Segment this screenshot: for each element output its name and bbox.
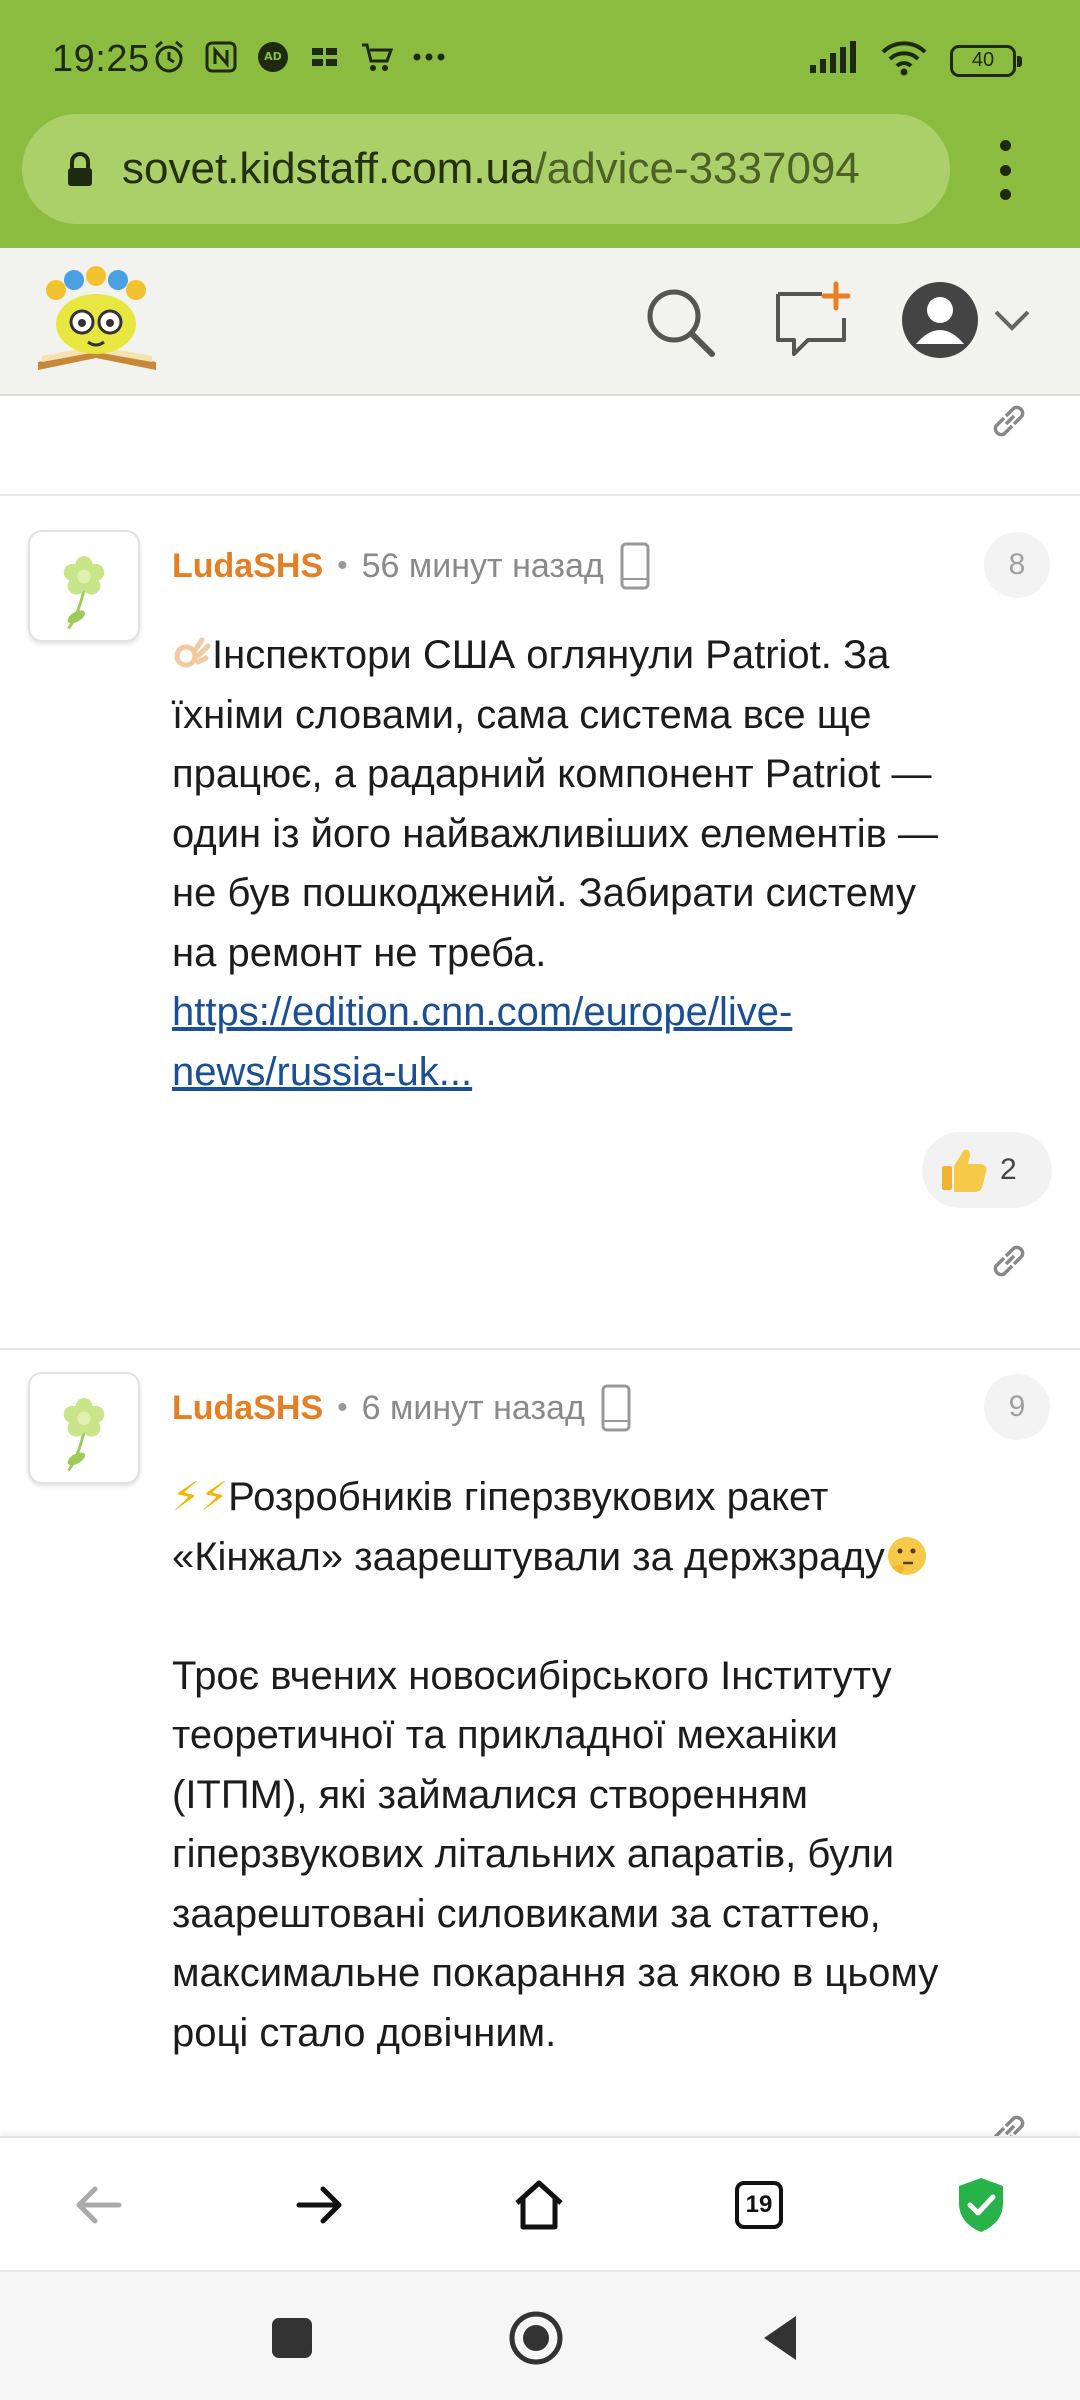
thumbs-up-icon bbox=[942, 1149, 987, 1192]
comment-body: ⚡⚡Розробників гіперзвукових ракет «Кінжа… bbox=[172, 1468, 1052, 2063]
meta-separator: • bbox=[337, 1391, 348, 1424]
comment-meta: LudaSHS • 6 минут назад bbox=[172, 1384, 633, 1432]
wifi-icon bbox=[880, 40, 928, 81]
battery-icon: 40 bbox=[950, 44, 1022, 77]
url-path: /advice-3337094 bbox=[534, 144, 860, 193]
comment-text-line: «Кінжал» заарештували за держзраду bbox=[172, 1534, 885, 1579]
site-header bbox=[0, 248, 1080, 396]
url-text[interactable]: sovet.kidstaff.com.ua/advice-3337094 bbox=[122, 144, 860, 194]
comment-line: Інспектори США оглянули Patriot. За bbox=[172, 626, 1052, 686]
signal-icon bbox=[808, 41, 858, 80]
status-icons-right: 40 bbox=[808, 40, 1022, 81]
comment-text-line: гіперзвукових літальних апаратів, були bbox=[172, 1832, 895, 1876]
ok-hand-emoji-icon bbox=[174, 637, 211, 668]
lightning-emoji-icon: ⚡⚡ bbox=[172, 1474, 229, 1520]
comment-link[interactable]: news/russia-uk... bbox=[172, 1050, 472, 1094]
nfc-icon bbox=[202, 38, 240, 76]
app-icon bbox=[306, 38, 344, 76]
url-bar[interactable]: sovet.kidstaff.com.ua/advice-3337094 bbox=[22, 114, 950, 224]
kidstaff-logo[interactable] bbox=[34, 266, 160, 376]
search-icon[interactable] bbox=[640, 282, 720, 362]
arrow-left-icon bbox=[76, 2186, 122, 2224]
cart-icon bbox=[358, 38, 396, 76]
tabs-count: 19 bbox=[735, 2181, 783, 2229]
comment-text-line: році стало довічним. bbox=[172, 2010, 557, 2055]
comment-text-line: (ІТПМ), які займалися створенням bbox=[172, 1772, 808, 1817]
comment-text-line: їхніми словами, сама система все ще bbox=[172, 692, 872, 737]
comment-text-line: Інспектори США оглянули Patriot. За bbox=[212, 633, 890, 677]
comment-author[interactable]: LudaSHS bbox=[172, 1389, 323, 1428]
status-icons-left: AD bbox=[150, 38, 448, 76]
url-domain: sovet.kidstaff.com.ua bbox=[122, 144, 535, 193]
svg-text:AD: AD bbox=[264, 50, 282, 63]
comment-text-line: не був пошкоджений. Забирати систему bbox=[172, 871, 916, 915]
comment-text-line: Троє вчених новосибірського Інституту bbox=[172, 1653, 892, 1698]
security-shield-button[interactable] bbox=[946, 2170, 1016, 2240]
chevron-down-icon[interactable] bbox=[990, 302, 1034, 338]
comment-text-line: на ремонт не треба. bbox=[172, 930, 547, 975]
back-triangle-icon[interactable] bbox=[752, 2308, 812, 2368]
tabs-button[interactable]: 19 bbox=[724, 2170, 794, 2240]
comments-feed: LudaSHS • 56 минут назад 8 Інспектори СШ… bbox=[0, 396, 1080, 2136]
comment-text-line: теоретичної та прикладної механіки bbox=[172, 1713, 838, 1757]
browser-toolbar: 19 bbox=[0, 2136, 1080, 2270]
comment-time: 56 минут назад bbox=[361, 546, 604, 585]
comment-meta: LudaSHS • 56 минут назад bbox=[172, 542, 652, 590]
comment-text-line: Розробників гіперзвукових ракет bbox=[228, 1475, 829, 1519]
status-bar: 19:25 AD 40 bbox=[0, 0, 1080, 110]
thinking-face-emoji-icon bbox=[887, 1536, 926, 1575]
home-circle-icon[interactable] bbox=[506, 2308, 566, 2368]
comment-text-line: працює, а радарний компонент Patriot — bbox=[172, 752, 932, 796]
home-button[interactable] bbox=[504, 2170, 574, 2240]
comment-body: Інспектори США оглянули Patriot. За їхні… bbox=[172, 626, 1052, 1102]
comment-line: ⚡⚡Розробників гіперзвукових ракет bbox=[172, 1468, 1052, 1528]
browser-top-bar: 19:25 AD 40 sovet.kidstaff.com.ua/advice… bbox=[0, 0, 1080, 248]
back-button[interactable] bbox=[64, 2170, 134, 2240]
user-avatar-icon[interactable] bbox=[898, 278, 982, 362]
more-dots-icon bbox=[410, 38, 448, 76]
avatar[interactable] bbox=[28, 530, 140, 642]
alarm-icon bbox=[150, 38, 188, 76]
comment-text-line: максимальне покарання за якою в цьому bbox=[172, 1951, 939, 1995]
comment-line: «Кінжал» заарештували за держзраду bbox=[172, 1528, 1052, 1588]
reaction-count: 2 bbox=[1000, 1153, 1017, 1186]
status-time: 19:25 bbox=[52, 38, 150, 80]
avatar[interactable] bbox=[28, 1372, 140, 1484]
meta-separator: • bbox=[337, 549, 348, 582]
comment-number: 9 bbox=[984, 1374, 1050, 1440]
forward-button[interactable] bbox=[284, 2170, 354, 2240]
shield-check-icon bbox=[959, 2178, 1003, 2232]
permalink-icon[interactable] bbox=[984, 396, 1034, 446]
lock-icon bbox=[68, 152, 92, 186]
comment-divider bbox=[0, 494, 1080, 496]
browser-menu-icon[interactable] bbox=[985, 140, 1025, 200]
comment-text-line: заарештовані силовиками за статтею, bbox=[172, 1891, 881, 1936]
comment-link[interactable]: https://edition.cnn.com/europe/live- bbox=[172, 990, 792, 1034]
battery-level: 40 bbox=[971, 49, 995, 71]
arrow-right-icon bbox=[296, 2186, 342, 2224]
system-nav-bar bbox=[0, 2270, 1080, 2400]
adblock-icon: AD bbox=[254, 38, 292, 76]
mobile-device-icon bbox=[620, 542, 650, 590]
comment-number: 8 bbox=[984, 532, 1050, 598]
like-reaction[interactable]: 2 bbox=[922, 1132, 1052, 1208]
comment-time: 6 минут назад bbox=[361, 1388, 585, 1427]
permalink-icon[interactable] bbox=[984, 1236, 1034, 1286]
comment-author[interactable]: LudaSHS bbox=[172, 547, 323, 586]
comment-text-line: один із його найважливіших елементів — bbox=[172, 811, 939, 856]
permalink-icon[interactable] bbox=[984, 2106, 1034, 2136]
recent-apps-icon[interactable] bbox=[262, 2308, 322, 2368]
new-message-icon[interactable] bbox=[770, 278, 854, 362]
home-icon bbox=[515, 2180, 563, 2230]
comment-divider bbox=[0, 1348, 1080, 1350]
mobile-device-icon bbox=[601, 1384, 631, 1432]
